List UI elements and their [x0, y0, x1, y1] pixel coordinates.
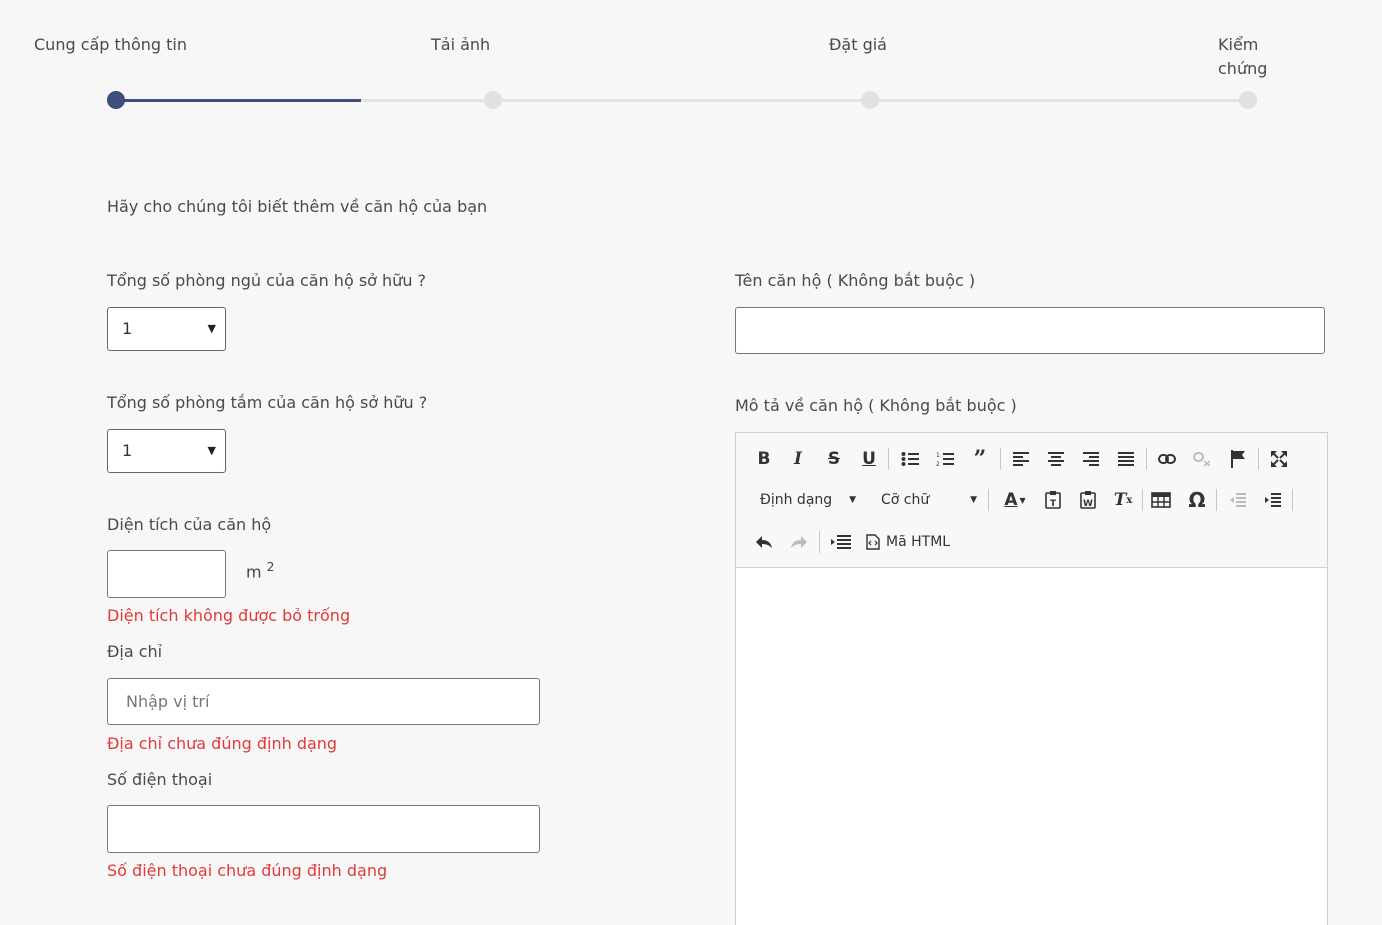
- toolbar-separator: [1146, 448, 1147, 470]
- step-label-upload-photos: Tải ảnh: [431, 35, 491, 54]
- font-size-combo[interactable]: Cỡ chữ ▼: [881, 486, 977, 514]
- toolbar-separator: [888, 448, 889, 470]
- step-dot-1[interactable]: [107, 91, 125, 109]
- bulleted-list-icon[interactable]: [896, 445, 924, 473]
- remove-format-icon[interactable]: Tx: [1109, 486, 1137, 514]
- source-html-label: Mã HTML: [886, 534, 951, 550]
- italic-icon[interactable]: I: [784, 445, 812, 473]
- special-character-icon[interactable]: Ω: [1183, 486, 1211, 514]
- form-intro: Hãy cho chúng tôi biết thêm về căn hộ củ…: [107, 197, 488, 216]
- bathrooms-select[interactable]: 1 ▼: [107, 429, 226, 473]
- apartment-name-input[interactable]: [735, 307, 1325, 354]
- address-input[interactable]: [107, 678, 540, 725]
- editor-toolbar: B I S U 12 ” Định dạng ▼ Cỡ chữ ▼ A ▼ T …: [736, 433, 1327, 568]
- show-blocks-icon[interactable]: [827, 528, 855, 556]
- description-label: Mô tả về căn hộ ( Không bắt buộc ): [735, 396, 1017, 415]
- area-unit-exponent: 2: [266, 560, 275, 574]
- bold-icon[interactable]: B: [750, 445, 778, 473]
- area-input[interactable]: [107, 550, 226, 598]
- bathrooms-value: 1: [122, 441, 133, 460]
- area-unit-base: m: [246, 562, 262, 582]
- bedrooms-label: Tổng số phòng ngủ của căn hộ sở hữu ?: [107, 271, 427, 290]
- strikethrough-icon[interactable]: S: [820, 445, 848, 473]
- source-html-button[interactable]: Mã HTML: [866, 528, 950, 556]
- caret-down-icon: ▼: [849, 495, 856, 505]
- undo-icon[interactable]: [750, 528, 778, 556]
- editor-content-area[interactable]: [736, 568, 1327, 925]
- area-label: Diện tích của căn hộ: [107, 515, 272, 534]
- step-label-provide-info: Cung cấp thông tin: [34, 35, 187, 54]
- address-label: Địa chỉ: [107, 642, 163, 661]
- caret-down-icon: ▼: [970, 495, 977, 505]
- toolbar-separator: [1142, 489, 1143, 511]
- toolbar-separator: [1292, 489, 1293, 511]
- svg-text:1: 1: [936, 452, 940, 459]
- redo-icon[interactable]: [785, 528, 813, 556]
- step-label-set-price: Đặt giá: [829, 35, 887, 54]
- flag-anchor-icon[interactable]: [1224, 445, 1252, 473]
- blockquote-icon[interactable]: ”: [966, 445, 994, 473]
- step-dot-2[interactable]: [484, 91, 502, 109]
- paste-text-icon[interactable]: T: [1039, 486, 1067, 514]
- numbered-list-icon[interactable]: 12: [931, 445, 959, 473]
- toolbar-separator: [1216, 489, 1217, 511]
- stepper-progress: [115, 99, 361, 102]
- font-size-combo-label: Cỡ chữ: [881, 492, 930, 508]
- bedrooms-select[interactable]: 1 ▼: [107, 307, 226, 351]
- step-dot-4[interactable]: [1239, 91, 1257, 109]
- increase-indent-icon[interactable]: [1259, 486, 1287, 514]
- area-error: Diện tích không được bỏ trống: [107, 606, 351, 625]
- fullscreen-icon[interactable]: [1265, 445, 1293, 473]
- align-left-icon[interactable]: [1007, 445, 1035, 473]
- table-icon[interactable]: [1147, 486, 1175, 514]
- phone-input[interactable]: [107, 805, 540, 853]
- svg-text:T: T: [1050, 499, 1057, 509]
- align-right-icon[interactable]: [1077, 445, 1105, 473]
- text-color-icon[interactable]: A ▼: [998, 486, 1032, 514]
- area-unit: m 2: [246, 560, 274, 581]
- description-editor: B I S U 12 ” Định dạng ▼ Cỡ chữ ▼ A ▼ T …: [735, 432, 1328, 925]
- phone-label: Số điện thoại: [107, 770, 213, 789]
- underline-icon[interactable]: U: [855, 445, 883, 473]
- link-icon[interactable]: [1153, 445, 1181, 473]
- paste-from-word-icon[interactable]: W: [1074, 486, 1102, 514]
- toolbar-separator: [1000, 448, 1001, 470]
- phone-error: Số điện thoại chưa đúng định dạng: [107, 861, 388, 880]
- caret-down-icon: ▼: [207, 444, 216, 457]
- toolbar-separator: [819, 531, 820, 553]
- address-error: Địa chỉ chưa đúng định dạng: [107, 734, 338, 753]
- align-center-icon[interactable]: [1042, 445, 1070, 473]
- format-combo-label: Định dạng: [760, 492, 833, 508]
- step-dot-3[interactable]: [861, 91, 879, 109]
- align-justify-icon[interactable]: [1112, 445, 1140, 473]
- unlink-icon[interactable]: [1188, 445, 1216, 473]
- format-combo[interactable]: Định dạng ▼: [760, 486, 856, 514]
- apartment-name-label: Tên căn hộ ( Không bắt buộc ): [735, 271, 976, 290]
- source-file-icon: [866, 534, 880, 550]
- bathrooms-label: Tổng số phòng tắm của căn hộ sở hữu ?: [107, 393, 428, 412]
- caret-down-icon: ▼: [207, 322, 216, 335]
- toolbar-separator: [1258, 448, 1259, 470]
- decrease-indent-icon[interactable]: [1224, 486, 1252, 514]
- step-label-verify: Kiểm chứng: [1218, 35, 1268, 78]
- bedrooms-value: 1: [122, 319, 133, 338]
- svg-text:2: 2: [936, 461, 940, 467]
- svg-text:W: W: [1083, 499, 1093, 509]
- toolbar-separator: [988, 489, 989, 511]
